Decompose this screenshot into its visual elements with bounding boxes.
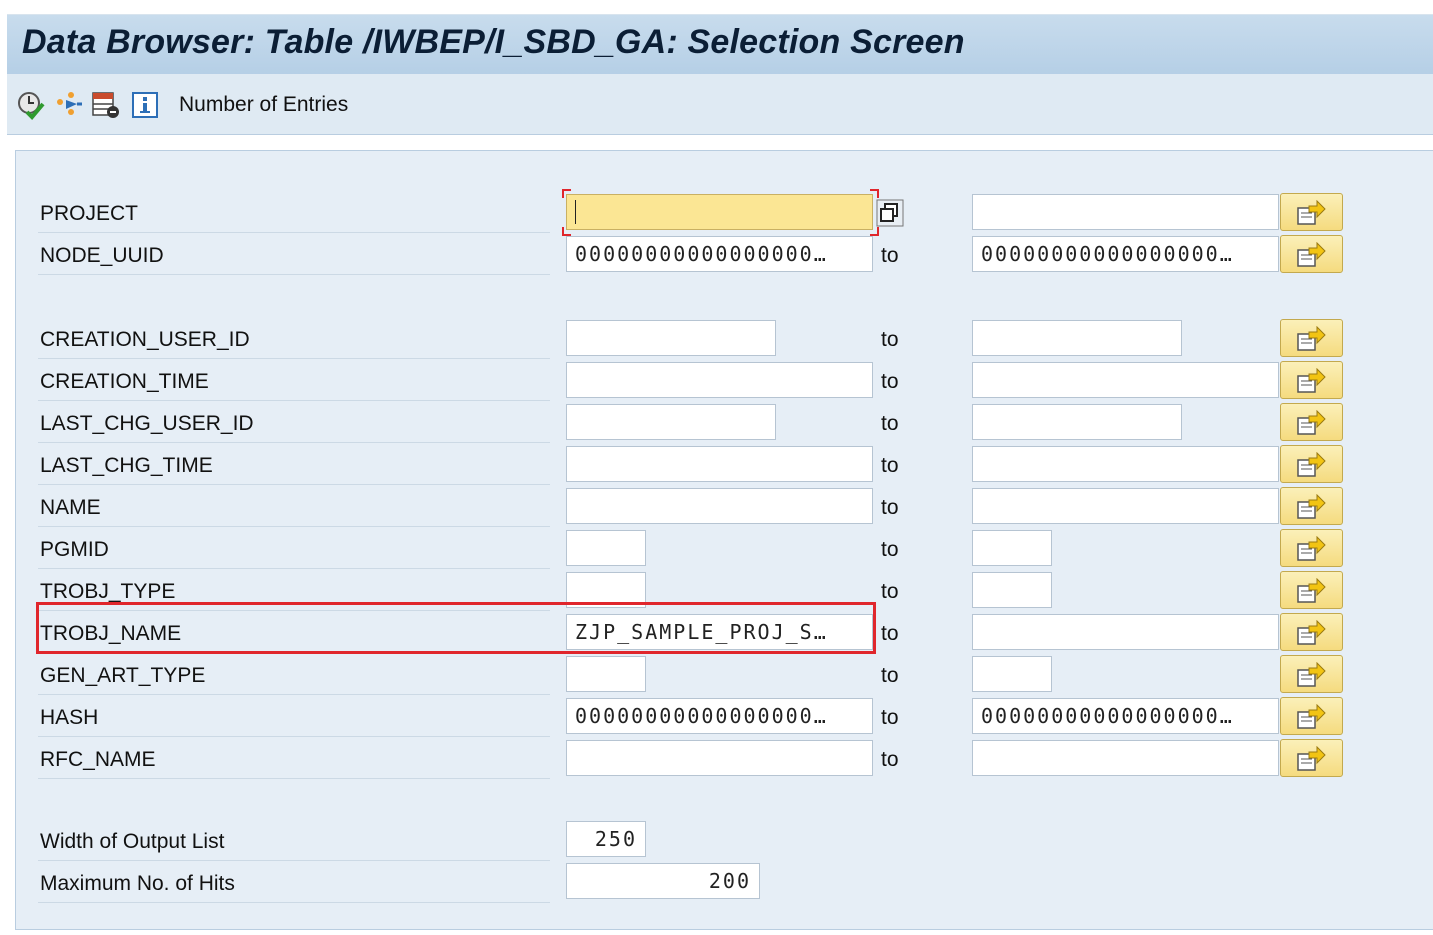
field-label: NAME (40, 496, 101, 519)
project-high-input[interactable] (972, 194, 1279, 230)
multiple-selection-button[interactable] (1280, 697, 1343, 735)
multiple-selection-button[interactable] (1280, 361, 1343, 399)
to-label: to (881, 412, 899, 435)
node-uuid-low-input[interactable]: 00000000000000000… (566, 236, 873, 272)
field-label: LAST_CHG_USER_ID (40, 412, 254, 435)
field-label: CREATION_USER_ID (40, 328, 250, 351)
multiple-selection-button[interactable] (1280, 571, 1343, 609)
multiple-selection-button[interactable] (1280, 445, 1343, 483)
multiple-selection-button[interactable] (1280, 193, 1343, 231)
to-label: to (881, 622, 899, 645)
width-of-output-list-row: Width of Output List (38, 820, 835, 861)
to-label: to (881, 244, 899, 267)
multiple-selection-button[interactable] (1280, 319, 1343, 357)
creation-user-id-low-input[interactable] (566, 320, 776, 356)
field-row-gen-art-type: GEN_ART_TYPE (38, 654, 835, 695)
last-chg-time-high-input[interactable] (972, 446, 1279, 482)
hash-low-input[interactable]: 00000000000000000… (566, 698, 873, 734)
gen-art-type-high-input[interactable] (972, 656, 1052, 692)
field-label: CREATION_TIME (40, 370, 209, 393)
maximum-hits-label: Maximum No. of Hits (40, 872, 235, 895)
field-label: RFC_NAME (40, 748, 156, 771)
name-high-input[interactable] (972, 488, 1279, 524)
multiple-selection-button[interactable] (1280, 739, 1343, 777)
field-label: NODE_UUID (40, 244, 164, 267)
gen-art-type-low-input[interactable] (566, 656, 646, 692)
name-low-input[interactable] (566, 488, 873, 524)
project-low-input[interactable] (566, 194, 873, 230)
creation-time-high-input[interactable] (972, 362, 1279, 398)
multiple-selection-button[interactable] (1280, 655, 1343, 693)
delete-entries-icon[interactable] (91, 90, 119, 120)
to-label: to (881, 580, 899, 603)
pgmid-high-input[interactable] (972, 530, 1052, 566)
trobj-name-high-input[interactable] (972, 614, 1279, 650)
width-of-output-list-label: Width of Output List (40, 830, 225, 853)
multiple-selection-button[interactable] (1280, 235, 1343, 273)
field-label: PGMID (40, 538, 109, 561)
trobj-type-high-input[interactable] (972, 572, 1052, 608)
field-label: LAST_CHG_TIME (40, 454, 213, 477)
field-label: TROBJ_TYPE (40, 580, 176, 603)
hash-high-input[interactable]: 00000000000000000… (972, 698, 1279, 734)
to-label: to (881, 706, 899, 729)
selection-options-icon[interactable] (55, 90, 83, 120)
title-bar: Data Browser: Table /IWBEP/I_SBD_GA: Sel… (7, 14, 1433, 75)
last-chg-time-low-input[interactable] (566, 446, 873, 482)
multiple-selection-button[interactable] (1280, 487, 1343, 525)
to-label: to (881, 328, 899, 351)
rfc-name-high-input[interactable] (972, 740, 1279, 776)
to-label: to (881, 370, 899, 393)
to-label: to (881, 538, 899, 561)
creation-user-id-high-input[interactable] (972, 320, 1182, 356)
creation-time-low-input[interactable] (566, 362, 873, 398)
last-chg-user-id-low-input[interactable] (566, 404, 776, 440)
multiple-selection-button[interactable] (1280, 529, 1343, 567)
to-label: to (881, 496, 899, 519)
execute-icon[interactable] (17, 90, 45, 120)
rfc-name-low-input[interactable] (566, 740, 873, 776)
to-label: to (881, 664, 899, 687)
field-label: HASH (40, 706, 99, 729)
multiple-selection-button[interactable] (1280, 613, 1343, 651)
to-label: to (881, 454, 899, 477)
maximum-hits-input[interactable]: 200 (566, 863, 760, 899)
pgmid-low-input[interactable] (566, 530, 646, 566)
application-toolbar: Number of Entries (7, 74, 1433, 135)
info-icon[interactable] (131, 90, 159, 120)
width-of-output-list-input[interactable]: 250 (566, 821, 646, 857)
field-label: PROJECT (40, 202, 139, 225)
number-of-entries-button[interactable]: Number of Entries (179, 93, 348, 117)
field-row-pgmid: PGMID (38, 528, 835, 569)
node-uuid-high-input[interactable]: 00000000000000000… (972, 236, 1279, 272)
to-label: to (881, 748, 899, 771)
highlight-box (36, 602, 876, 654)
field-label: GEN_ART_TYPE (40, 664, 206, 687)
multiple-selection-button[interactable] (1280, 403, 1343, 441)
page-title: Data Browser: Table /IWBEP/I_SBD_GA: Sel… (22, 23, 965, 61)
multiple-values-icon[interactable] (876, 199, 904, 227)
text-cursor (575, 200, 576, 224)
last-chg-user-id-high-input[interactable] (972, 404, 1182, 440)
